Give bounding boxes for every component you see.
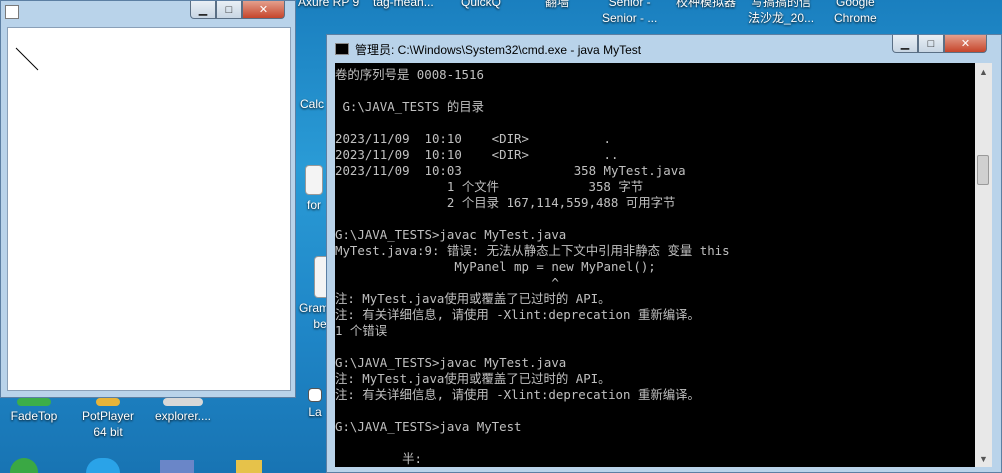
explorer-icon (163, 398, 203, 406)
desktop-icon-label: QuickQ (461, 0, 502, 9)
console-line: 1 个文件 358 字节 (335, 179, 644, 194)
vertical-scrollbar[interactable]: ▲ ▼ (975, 63, 992, 467)
scroll-up-arrow-icon[interactable]: ▲ (975, 63, 992, 80)
desktop-icon-label: for (306, 198, 321, 212)
console-line: 注: MyTest.java使用或覆盖了已过时的 API。 (335, 371, 611, 386)
desktop-icon-form[interactable]: for (305, 165, 323, 213)
scroll-down-arrow-icon[interactable]: ▼ (975, 450, 992, 467)
desktop-icon-sim[interactable]: 校种模拟器 (676, 0, 736, 10)
desktop-icon-label: 翻墙 (545, 0, 570, 9)
desktop-icon-label: PotPlayer 64 bit (81, 409, 135, 439)
console-line: G:\JAVA_TESTS 的目录 (335, 99, 485, 114)
desktop-icon-quickq[interactable]: QuickQ (461, 0, 501, 10)
console-line: 半: (335, 451, 422, 466)
minimize-button[interactable]: ▁ (190, 1, 216, 19)
desktop-icon-label: tag-mean... (373, 0, 434, 9)
java-app-icon (5, 5, 19, 19)
cmd-window-controls: ▁ □ ✕ (892, 35, 987, 53)
console-line: 1 个错误 (335, 323, 388, 338)
maximize-button[interactable]: □ (216, 1, 242, 19)
console-output[interactable]: 卷的序列号是 0008-1516 G:\JAVA_TESTS 的目录 2023/… (335, 63, 975, 467)
cmd-app-icon (335, 43, 349, 55)
desktop-icon-label: Axure RP 9 (298, 0, 360, 9)
console-line: 2023/11/09 10:10 <DIR> .. (335, 147, 619, 162)
console-text: 卷的序列号是 0008-1516 G:\JAVA_TESTS 的目录 2023/… (335, 63, 975, 467)
desktop-icon-fadetop[interactable]: FadeTop (4, 398, 64, 424)
maximize-button[interactable]: □ (918, 35, 944, 53)
desktop-icon-la[interactable]: La (308, 388, 322, 420)
document-icon (305, 165, 323, 195)
desktop-icon-senior[interactable]: Senior - Senior - ... (602, 0, 657, 26)
desktop-icon-lane[interactable]: 翻墙 (545, 0, 569, 10)
console-line: 注: MyTest.java使用或覆盖了已过时的 API。 (335, 291, 611, 306)
java-window-controls: ▁ □ ✕ (190, 1, 285, 19)
potplayer-icon (96, 398, 120, 406)
console-line: MyTest.java:9: 错误: 无法从静态上下文中引用非静态 变量 thi… (335, 243, 730, 258)
console-line: 2 个目录 167,114,559,488 可用字节 (335, 195, 676, 210)
desktop-icon-label: La (308, 405, 322, 419)
desktop-icon-chrome[interactable]: Google Chrome (834, 0, 877, 26)
desktop-icon-label: Calc (300, 97, 325, 111)
console-line: G:\JAVA_TESTS>java MyTest (335, 419, 522, 434)
cmd-window[interactable]: 管理员: C:\Windows\System32\cmd.exe - java … (326, 34, 1002, 473)
desktop-icon-label: explorer.... (154, 409, 212, 423)
desktop-icon-label-line2: Senior - ... (602, 11, 658, 25)
desktop-icon-xiaqi[interactable]: 写搞搞的信 法沙龙_20... (748, 0, 814, 26)
desktop-icon-label-line2: Chrome (834, 11, 877, 25)
console-line: 2023/11/09 10:10 <DIR> . (335, 131, 612, 146)
shortcut-arrow-icon (308, 388, 322, 402)
console-line: G:\JAVA_TESTS>javac MyTest.java (335, 227, 567, 242)
cmd-window-titlebar[interactable]: 管理员: C:\Windows\System32\cmd.exe - java … (327, 35, 1001, 63)
desktop-icon-label: Google (835, 0, 875, 9)
fadetop-icon (17, 398, 51, 406)
desktop-icon-axure[interactable]: Axure RP 9 (298, 0, 359, 10)
drawn-line (15, 47, 39, 71)
java-window-titlebar[interactable]: ▁ □ ✕ (1, 1, 295, 23)
console-line: MyPanel mp = new MyPanel(); (335, 259, 656, 274)
close-button[interactable]: ✕ (944, 35, 987, 53)
bottom-partial-icon-3[interactable] (160, 460, 194, 473)
console-line: ^ (335, 275, 559, 290)
scrollbar-thumb[interactable] (977, 155, 989, 185)
desktop-icon-label-line2: 法沙龙_20... (748, 11, 815, 25)
desktop-icon-label: FadeTop (10, 409, 58, 423)
bottom-partial-icon-4[interactable] (236, 460, 262, 473)
bottom-partial-icon-2[interactable] (86, 458, 120, 473)
desktop-icon-calc[interactable]: Calc (300, 96, 324, 112)
cmd-window-title: 管理员: C:\Windows\System32\cmd.exe - java … (355, 43, 642, 57)
console-line: 2023/11/09 10:03 358 MyTest.java (335, 163, 686, 178)
desktop-icon-potplayer[interactable]: PotPlayer 64 bit (76, 398, 140, 440)
bottom-partial-icon-1[interactable] (10, 458, 38, 473)
desktop-icon-label: 写搞搞的信 (751, 0, 812, 9)
java-panel-canvas[interactable] (7, 27, 291, 391)
console-line: 注: 有关详细信息, 请使用 -Xlint:deprecation 重新编译。 (335, 387, 700, 402)
console-line: 注: 有关详细信息, 请使用 -Xlint:deprecation 重新编译。 (335, 307, 700, 322)
java-window[interactable]: ▁ □ ✕ (0, 0, 296, 398)
desktop-icon-label: Senior - (608, 0, 651, 9)
close-button[interactable]: ✕ (242, 1, 285, 19)
desktop-icon-tag[interactable]: tag-mean... (373, 0, 434, 10)
desktop-icon-explorer[interactable]: explorer.... (148, 398, 218, 424)
console-line: 卷的序列号是 0008-1516 (335, 67, 484, 82)
desktop-icon-label: 校种模拟器 (676, 0, 737, 9)
console-line: G:\JAVA_TESTS>javac MyTest.java (335, 355, 567, 370)
minimize-button[interactable]: ▁ (892, 35, 918, 53)
